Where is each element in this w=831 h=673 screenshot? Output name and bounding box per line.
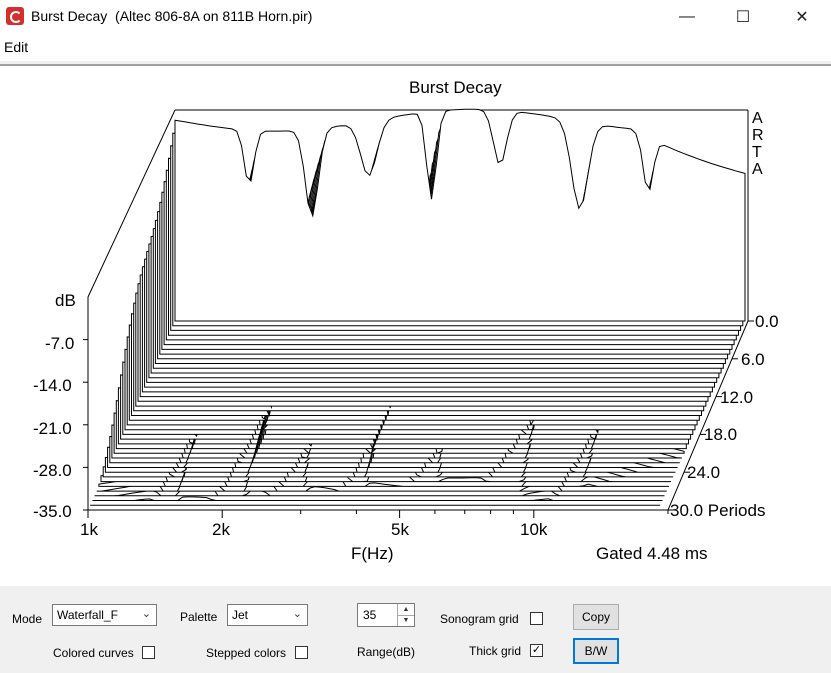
period-tick-label: 0.0 xyxy=(755,312,779,331)
thick-grid-checkbox[interactable]: ✓ xyxy=(530,644,543,657)
watermark-a2: A xyxy=(752,161,763,178)
x-tick-label: 5k xyxy=(391,520,409,539)
window-title: Burst Decay (Altec 806-8A on 811B Horn.p… xyxy=(31,8,313,24)
sonogram-grid-checkbox[interactable] xyxy=(530,612,543,625)
gated-label: Gated 4.48 ms xyxy=(596,544,708,563)
period-tick-label: 18.0 xyxy=(704,425,738,444)
palette-value: Jet xyxy=(232,608,249,622)
y-tick-label: -7.0 xyxy=(45,334,75,353)
arta-app-icon xyxy=(6,7,24,25)
chevron-down-icon: ⌄ xyxy=(292,608,302,620)
title-bar: Burst Decay (Altec 806-8A on 811B Horn.p… xyxy=(0,0,831,33)
decay-slice-curve xyxy=(174,108,746,322)
x-tick-label: 1k xyxy=(80,520,98,539)
sonogram-grid-label: Sonogram grid xyxy=(440,612,519,626)
menu-edit[interactable]: Edit xyxy=(4,39,28,55)
spin-down-icon[interactable]: ▼ xyxy=(397,615,414,626)
waterfall-plot: Burst Decay A R T A dB -7.0 -14.0 -21.0 … xyxy=(0,66,831,586)
close-button[interactable]: ✕ xyxy=(779,0,825,33)
period-tick-label: 30.0 Periods xyxy=(670,501,766,520)
bw-button[interactable]: B/W xyxy=(573,638,619,664)
watermark-a1: A xyxy=(752,110,763,127)
period-tick-label: 6.0 xyxy=(741,350,765,369)
check-icon: ✓ xyxy=(531,644,542,656)
copy-button[interactable]: Copy xyxy=(573,604,619,630)
palette-dropdown[interactable]: Jet ⌄ xyxy=(227,604,308,626)
thick-grid-label: Thick grid xyxy=(469,644,522,658)
y-tick-label: -35.0 xyxy=(33,502,72,521)
chevron-down-icon: ⌄ xyxy=(141,608,151,620)
colored-curves-checkbox[interactable] xyxy=(142,646,155,659)
range-spinner[interactable]: 35 ▲ ▼ xyxy=(357,603,415,627)
range-label: Range(dB) xyxy=(357,645,416,659)
x-axis-label: F(Hz) xyxy=(351,544,394,563)
watermark-r: R xyxy=(752,127,764,144)
palette-label: Palette xyxy=(180,610,218,624)
mode-value: Waterfall_F xyxy=(57,608,118,622)
menu-bar: Edit xyxy=(0,33,831,61)
stepped-colors-checkbox[interactable] xyxy=(295,646,308,659)
mode-label: Mode xyxy=(12,612,43,626)
arta-watermark: A R T A xyxy=(752,110,764,178)
watermark-t: T xyxy=(752,144,762,161)
colored-curves-label: Colored curves xyxy=(53,646,134,660)
maximize-button[interactable]: ☐ xyxy=(720,0,766,33)
y-tick-label: -14.0 xyxy=(33,376,72,395)
y-tick-label: -21.0 xyxy=(33,419,72,438)
y-axis-title: dB xyxy=(55,291,76,310)
y-tick-label: -28.0 xyxy=(33,461,72,480)
decay-slice-curve xyxy=(92,496,663,501)
range-value: 35 xyxy=(363,608,377,622)
stepped-colors-label: Stepped colors xyxy=(206,646,287,660)
chart-title: Burst Decay xyxy=(409,78,502,97)
period-tick-label: 24.0 xyxy=(687,463,721,482)
control-panel: Mode Waterfall_F ⌄ Palette Jet ⌄ 35 ▲ ▼ … xyxy=(0,586,831,673)
minimize-button[interactable]: — xyxy=(664,0,710,33)
period-tick-label: 12.0 xyxy=(720,388,754,407)
mode-dropdown[interactable]: Waterfall_F ⌄ xyxy=(52,604,157,626)
x-tick-label: 2k xyxy=(212,520,230,539)
x-tick-label: 10k xyxy=(520,520,548,539)
